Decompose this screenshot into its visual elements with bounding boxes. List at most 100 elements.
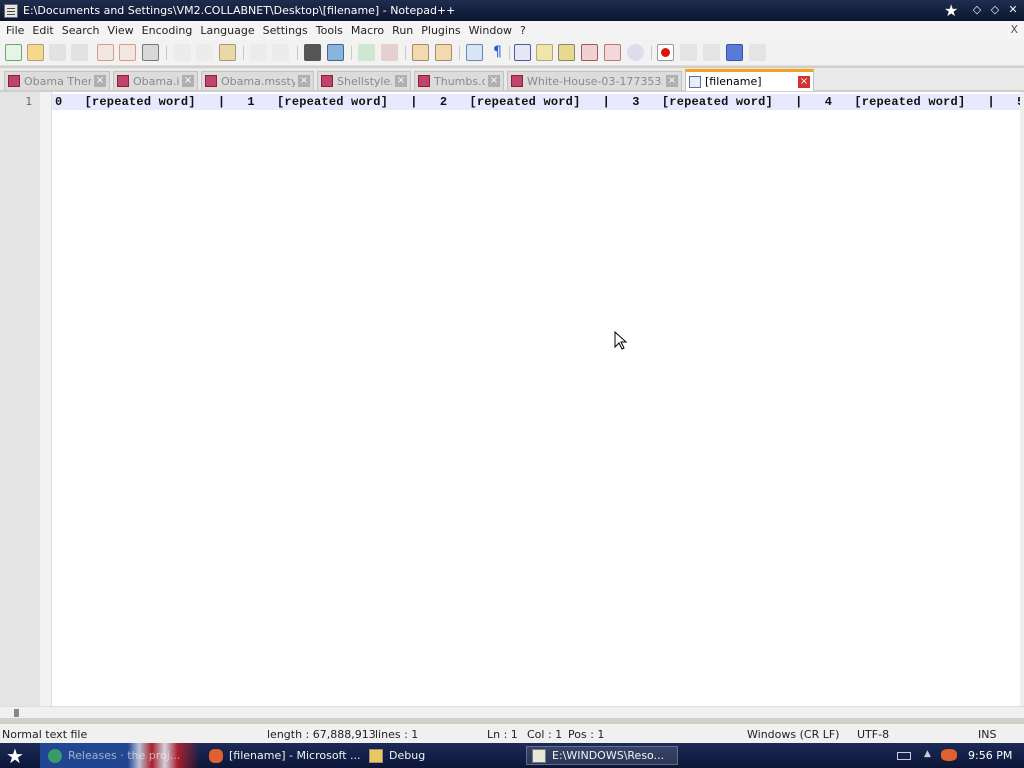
- file-icon: [511, 75, 523, 87]
- status-lines: lines : 1: [375, 728, 419, 741]
- editor-area[interactable]: 1 0 [repeated word] | 1 [repeated word] …: [0, 92, 1022, 706]
- menu-settings[interactable]: Settings: [259, 24, 312, 37]
- file-icon: [689, 75, 701, 88]
- scrollbar-thumb[interactable]: [14, 709, 19, 717]
- toolbar: ¶: [0, 40, 1024, 66]
- status-ln: Ln : 1: [487, 728, 518, 741]
- monitoring-eye-icon[interactable]: [627, 44, 644, 61]
- cut-icon[interactable]: [174, 44, 191, 61]
- save-macro-icon[interactable]: [749, 44, 766, 61]
- word-wrap-icon[interactable]: [466, 44, 483, 61]
- menu-run[interactable]: Run: [388, 24, 417, 37]
- redo-icon[interactable]: [272, 44, 289, 61]
- close-all-icon[interactable]: [119, 44, 136, 61]
- playback-macro-icon[interactable]: [703, 44, 720, 61]
- tab-close-icon[interactable]: ×: [798, 75, 810, 88]
- tab-close-icon[interactable]: ×: [395, 75, 407, 87]
- status-file-type: Normal text file: [2, 728, 88, 741]
- keyboard-icon[interactable]: [897, 752, 911, 760]
- menu-plugins[interactable]: Plugins: [417, 24, 464, 37]
- menu-window[interactable]: Window: [465, 24, 516, 37]
- menu-macro[interactable]: Macro: [347, 24, 388, 37]
- new-file-icon[interactable]: [5, 44, 22, 61]
- tab-active-file[interactable]: [filename] ×: [685, 69, 814, 91]
- menu-language[interactable]: Language: [196, 24, 258, 37]
- sync-vertical-icon[interactable]: [412, 44, 429, 61]
- tab-close-icon[interactable]: ×: [666, 75, 678, 87]
- menu-file[interactable]: File: [2, 24, 28, 37]
- fold-margin[interactable]: [40, 92, 52, 706]
- copy-icon[interactable]: [196, 44, 213, 61]
- document-map-icon[interactable]: [558, 44, 575, 61]
- file-icon: [8, 75, 20, 87]
- menu-view[interactable]: View: [104, 24, 138, 37]
- paste-icon[interactable]: [219, 44, 236, 61]
- tab-obama-msstyles[interactable]: Obama.msstyles ×: [201, 71, 314, 90]
- document-tab-bar: Obama Theme.i × Obama.icl × Obama.msstyl…: [0, 68, 1024, 91]
- user-language-icon[interactable]: [536, 44, 553, 61]
- folder-workspace-icon[interactable]: [604, 44, 621, 61]
- window-title: E:\Documents and Settings\VM2.COLLABNET\…: [23, 4, 456, 17]
- stop-recording-icon[interactable]: [680, 44, 697, 61]
- sync-horizontal-icon[interactable]: [435, 44, 452, 61]
- close-document-button[interactable]: X: [1010, 23, 1018, 36]
- current-line[interactable]: 0 [repeated word] | 1 [repeated word] | …: [52, 94, 1022, 110]
- tab-label: Shellstyle.dll: [337, 74, 392, 88]
- taskbar-item-label: [filename] - Microsoft ...: [229, 749, 361, 762]
- menu-edit[interactable]: Edit: [28, 24, 57, 37]
- indent-guide-icon[interactable]: [514, 44, 531, 61]
- taskbar-item-notepad[interactable]: E:\WINDOWS\Reso...: [526, 746, 678, 765]
- minimize-button[interactable]: ◇: [970, 3, 984, 17]
- close-window-button[interactable]: ✕: [1006, 3, 1020, 17]
- taskbar-item-browser[interactable]: Releases · the proj...: [48, 746, 198, 765]
- tray-expand-icon[interactable]: ▲: [924, 749, 931, 759]
- line-number-gutter: 1: [0, 92, 40, 706]
- show-all-characters-icon[interactable]: ¶: [489, 44, 506, 61]
- tab-shellstyle-dll[interactable]: Shellstyle.dll ×: [317, 71, 411, 90]
- print-icon[interactable]: [142, 44, 159, 61]
- close-file-icon[interactable]: [97, 44, 114, 61]
- zoom-in-icon[interactable]: [358, 44, 375, 61]
- status-bar: Normal text file length : 67,888,913 lin…: [0, 723, 1024, 743]
- status-insert-mode[interactable]: INS: [978, 728, 996, 741]
- taskbar-item-debug-folder[interactable]: Debug: [369, 746, 519, 765]
- tray-app-icon[interactable]: [941, 749, 957, 761]
- replace-icon[interactable]: [327, 44, 344, 61]
- status-eol[interactable]: Windows (CR LF): [747, 728, 839, 741]
- tab-close-icon[interactable]: ×: [488, 75, 500, 87]
- tab-close-icon[interactable]: ×: [298, 75, 310, 87]
- save-all-icon[interactable]: [71, 44, 88, 61]
- find-icon[interactable]: [304, 44, 321, 61]
- mouse-cursor-icon: [614, 331, 628, 350]
- menu-help[interactable]: ?: [516, 24, 530, 37]
- tab-obama-theme[interactable]: Obama Theme.i ×: [4, 71, 110, 90]
- zoom-out-icon[interactable]: [381, 44, 398, 61]
- app-icon: [209, 748, 223, 763]
- maximize-button[interactable]: ◇: [988, 3, 1002, 17]
- taskbar-item-app[interactable]: [filename] - Microsoft ...: [209, 746, 361, 765]
- record-macro-icon[interactable]: [657, 44, 674, 61]
- status-length: length : 67,888,913: [267, 728, 376, 741]
- tab-obama-icl[interactable]: Obama.icl ×: [113, 71, 198, 90]
- tab-close-icon[interactable]: ×: [182, 75, 194, 87]
- star-icon[interactable]: ★: [6, 744, 24, 768]
- undo-icon[interactable]: [250, 44, 267, 61]
- menu-search[interactable]: Search: [58, 24, 104, 37]
- menu-encoding[interactable]: Encoding: [138, 24, 197, 37]
- save-icon[interactable]: [49, 44, 66, 61]
- star-icon: ★: [944, 1, 959, 20]
- taskbar-item-label: Debug: [389, 749, 426, 762]
- horizontal-scrollbar[interactable]: [0, 706, 1024, 718]
- status-pos: Pos : 1: [568, 728, 605, 741]
- open-file-icon[interactable]: [27, 44, 44, 61]
- menu-tools[interactable]: Tools: [312, 24, 347, 37]
- tab-thumbs-db[interactable]: Thumbs.db ×: [414, 71, 504, 90]
- clock[interactable]: 9:56 PM: [968, 749, 1012, 762]
- vertical-scrollbar[interactable]: [1020, 92, 1024, 706]
- tab-close-icon[interactable]: ×: [94, 75, 106, 87]
- run-macro-multiple-icon[interactable]: [726, 44, 743, 61]
- status-encoding[interactable]: UTF-8: [857, 728, 889, 741]
- function-list-icon[interactable]: [581, 44, 598, 61]
- folder-icon: [369, 748, 383, 763]
- tab-white-house-jpeg[interactable]: White-House-03-177353.jpeg ×: [507, 71, 682, 90]
